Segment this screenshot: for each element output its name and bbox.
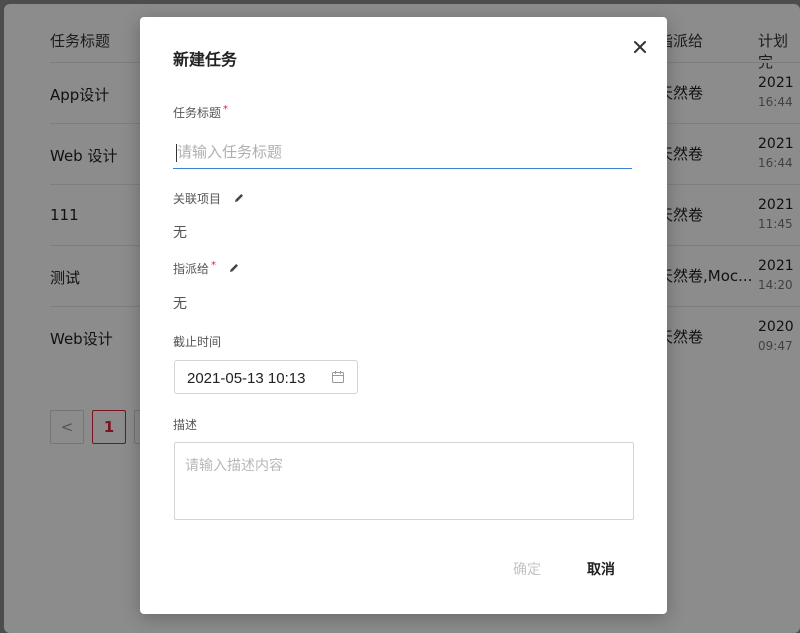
new-task-dialog: 新建任务 任务标题* 关联项目 无 指派给* 无 截止时间 2021-05-13… (140, 17, 667, 614)
deadline-value: 2021-05-13 10:13 (187, 370, 306, 387)
deadline-label: 截止时间 (173, 335, 222, 349)
task-title-label-text: 任务标题 (173, 106, 222, 120)
pencil-icon (229, 264, 238, 272)
task-title-input[interactable] (173, 137, 632, 169)
close-icon (634, 41, 646, 53)
cancel-button[interactable]: 取消 (587, 559, 615, 579)
project-label: 关联项目 (173, 190, 245, 207)
description-textarea[interactable] (174, 442, 634, 520)
dialog-title: 新建任务 (173, 50, 238, 69)
required-mark: * (211, 260, 217, 271)
description-label: 描述 (173, 418, 198, 432)
assignee-label: 指派给 * (173, 260, 240, 277)
text-caret (176, 144, 177, 162)
assignee-value: 无 (173, 296, 187, 312)
edit-project-icon[interactable] (233, 192, 245, 207)
edit-assignee-icon[interactable] (228, 262, 240, 277)
task-title-label: 任务标题 * (173, 104, 228, 121)
calendar-icon (332, 371, 344, 383)
deadline-picker[interactable]: 2021-05-13 10:13 (174, 360, 358, 394)
required-mark: * (223, 104, 229, 115)
confirm-button[interactable]: 确定 (513, 559, 541, 579)
assignee-label-text: 指派给 (173, 262, 210, 276)
close-button[interactable] (624, 31, 656, 63)
project-label-text: 关联项目 (173, 192, 222, 206)
project-value: 无 (173, 225, 187, 241)
pencil-icon (234, 194, 243, 202)
